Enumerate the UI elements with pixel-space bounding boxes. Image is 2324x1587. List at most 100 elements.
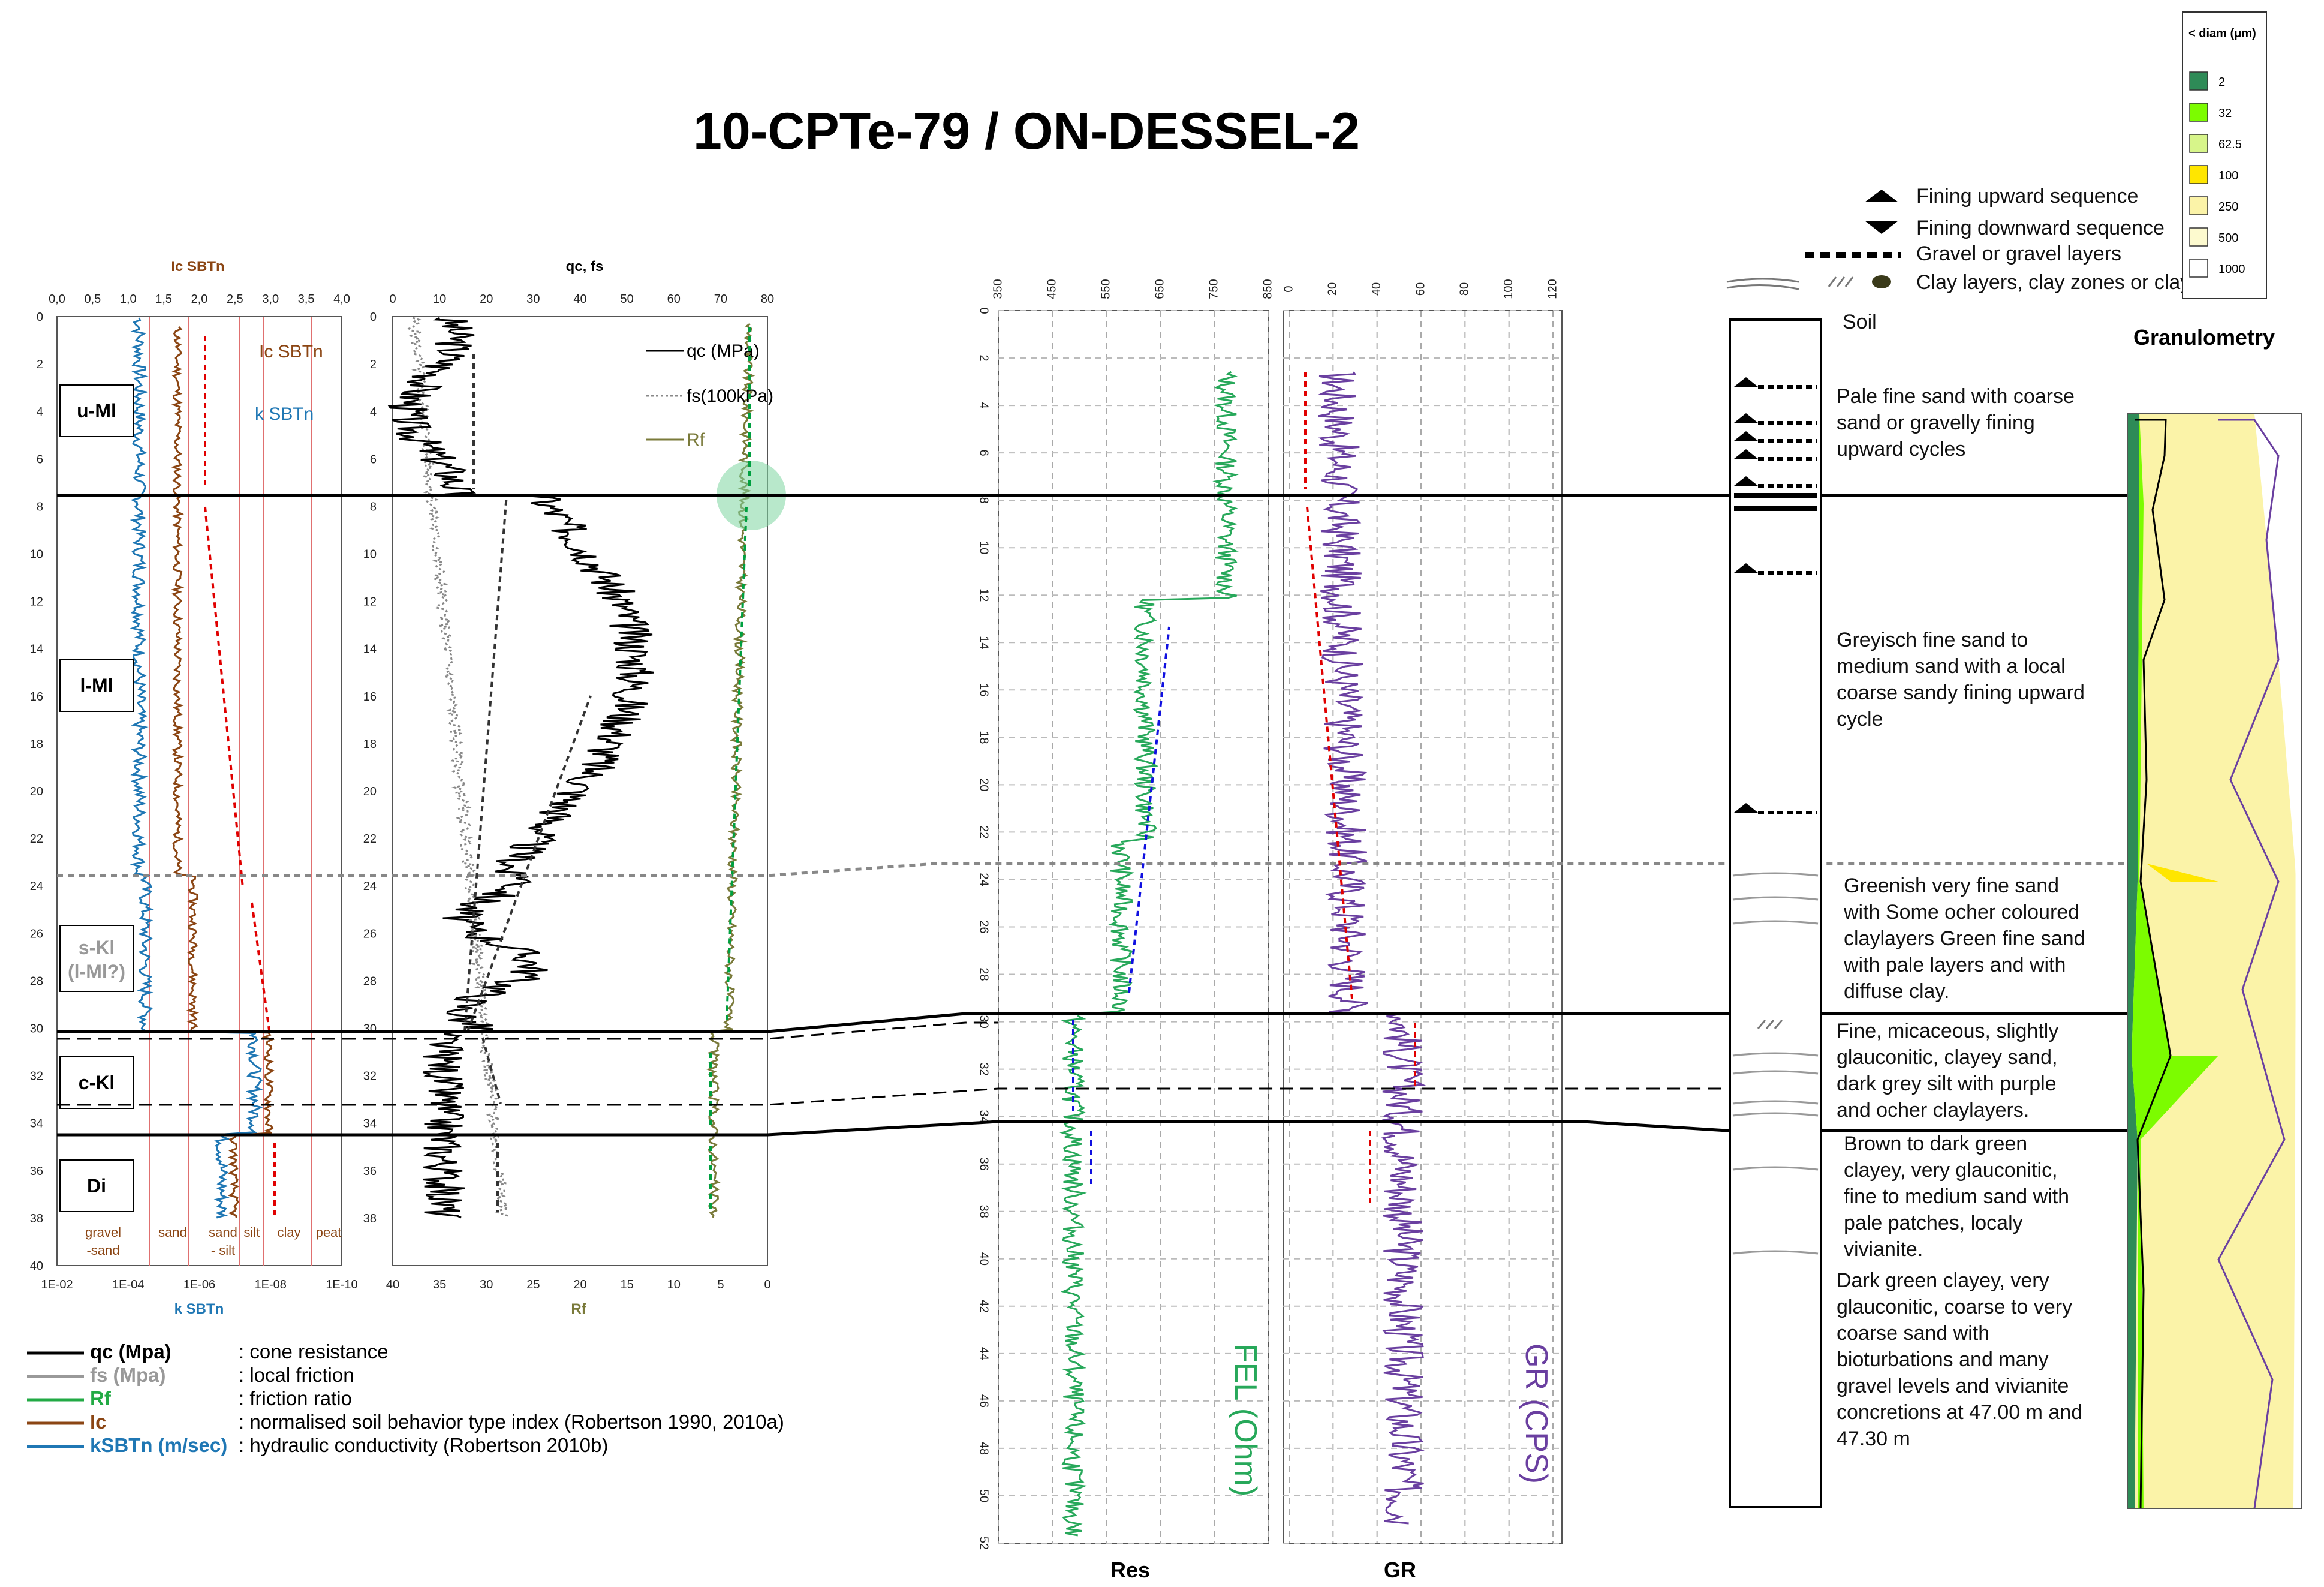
tick-label: 35 (433, 1278, 446, 1291)
tick-label: 30 (480, 1278, 493, 1291)
tick-label: 20 (30, 785, 43, 798)
tick-label: 10 (363, 548, 377, 561)
tick-label: 38 (30, 1212, 43, 1225)
tick-label: 10 (433, 293, 446, 306)
gran-class-label: 1000 (2218, 263, 2245, 276)
panel1-top-label: Ic SBTn (171, 259, 224, 275)
zone-label: sand (209, 1225, 237, 1240)
gran-class-label: 32 (2218, 107, 2232, 120)
tick-label: 60 (1414, 282, 1427, 296)
tick-label: 6 (37, 453, 43, 466)
legend-key: Rf (90, 1387, 112, 1409)
tick-label: 2 (977, 354, 991, 361)
zone-label: peat (316, 1225, 342, 1240)
legend-fs: fs(100kPa) (687, 386, 773, 406)
tick-label: 34 (363, 1117, 377, 1131)
unit-label: c-Kl (79, 1072, 115, 1093)
gran-class-label: 2 (2218, 76, 2225, 89)
zone-labels: gravel -sand sand sand - silt silt clay peat (85, 1225, 341, 1258)
trend-arrows-blue (1072, 626, 1170, 1185)
tick-label: 2,5 (227, 293, 243, 306)
tick-label: 38 (363, 1212, 377, 1225)
symbol-label-up: Fining upward sequence (1916, 185, 2138, 208)
gran-class-label: 500 (2218, 232, 2238, 245)
bottom-legend: qc (Mpa): cone resistance fs (Mpa): local… (27, 1340, 784, 1456)
legend-desc: : local friction (239, 1364, 354, 1386)
tick-label: 1E-04 (112, 1278, 144, 1291)
legend-key: qc (Mpa) (90, 1340, 171, 1363)
tick-label: 1E-08 (255, 1278, 287, 1291)
gran-class-label: 100 (2218, 169, 2238, 182)
gran-class-label: 250 (2218, 200, 2238, 214)
tick-label: 15 (621, 1278, 634, 1291)
tick-label: 80 (761, 293, 774, 306)
panel2-bottom-label: Rf (571, 1301, 586, 1317)
tick-label: 80 (1458, 282, 1471, 296)
tick-label: 8 (370, 500, 377, 513)
clay-layer-icon (1726, 278, 1799, 290)
zone-label: sand (158, 1225, 187, 1240)
panel1-top-ticks: 0,0 0,5 1,0 1,5 2,0 2,5 3,0 3,5 4,0 (49, 293, 350, 306)
tick-label: 1,0 (120, 293, 137, 306)
description-text: Greenish very fine sand with Some ocher c… (1843, 874, 2085, 1003)
tick-label: 2 (370, 358, 377, 371)
tick-label: 26 (363, 927, 377, 940)
tick-label: 850 (1261, 279, 1274, 299)
legend-rf: Rf (687, 430, 705, 450)
tick-label: 6 (370, 453, 377, 466)
tick-label: 3,5 (298, 293, 315, 306)
tick-label: 4 (370, 405, 377, 419)
zone-label: -sand (86, 1243, 119, 1258)
tick-label: 4 (977, 402, 991, 409)
tick-label: 16 (363, 690, 377, 704)
description-text: Brown to dark green clayey, very glauconi… (1844, 1132, 2069, 1261)
tick-label: 1,5 (155, 293, 172, 306)
tick-label: 24 (30, 880, 43, 893)
legend-desc: : friction ratio (239, 1387, 352, 1409)
tick-label: 10 (977, 541, 991, 554)
legend-key: fs (Mpa) (90, 1364, 166, 1386)
legend-desc: : normalised soil behavior type index (R… (239, 1411, 784, 1433)
tick-label: 3,0 (262, 293, 279, 306)
panel2-bottom-ticks: 40 35 30 25 20 15 10 5 0 (386, 1278, 771, 1291)
soil-label: Soil (1843, 311, 1877, 333)
tick-label: 22 (977, 825, 991, 838)
tick-label: 40 (573, 293, 586, 306)
tick-label: 18 (30, 738, 43, 751)
tick-label: 28 (977, 967, 991, 981)
tick-label: 30 (526, 293, 540, 306)
ic-inline-label: Ic SBTn (259, 342, 323, 362)
series-fs (407, 317, 510, 1218)
tick-label: 0 (764, 1278, 770, 1291)
tick-label: 12 (363, 596, 377, 609)
tick-label: 22 (30, 832, 43, 846)
figure: 10-CPTe-79 / ON-DESSEL-2 Ic SBTn 0,0 0,5 1… (27, 11, 2302, 1582)
fel-label: FEL (Ohm) (1228, 1343, 1263, 1496)
tick-label: 10 (667, 1278, 681, 1291)
unit-label: s-Kl (79, 937, 115, 958)
tick-label: 32 (30, 1070, 43, 1083)
series-qc (387, 317, 654, 1219)
tick-label: 32 (977, 1062, 991, 1075)
tick-label: 14 (30, 643, 43, 656)
tick-label: 14 (977, 636, 991, 649)
gran-class-label: 62.5 (2218, 138, 2242, 151)
tick-label: 750 (1207, 279, 1220, 299)
fining-upward-icon (1865, 190, 1898, 202)
tick-label: 16 (30, 690, 43, 704)
tick-label: 0 (370, 311, 377, 324)
panel1-bottom-label: k SBTn (174, 1301, 224, 1317)
tick-label: 120 (1546, 279, 1559, 299)
tick-label: 20 (977, 778, 991, 791)
tick-label: 40 (386, 1278, 399, 1291)
tick-label: 8 (37, 500, 43, 513)
tick-label: 46 (977, 1394, 991, 1408)
panel1-bottom-ticks: 1E-02 1E-04 1E-06 1E-08 1E-10 (41, 1278, 357, 1291)
tick-label: 50 (621, 293, 634, 306)
tick-label: 4 (37, 405, 43, 419)
tick-label: 44 (977, 1347, 991, 1360)
description-text: Dark green clayey, very glauconitic, coar… (1837, 1269, 2082, 1450)
series-fel (1059, 371, 1239, 1537)
tick-label: 550 (1099, 279, 1112, 299)
tick-label: 28 (363, 975, 377, 988)
